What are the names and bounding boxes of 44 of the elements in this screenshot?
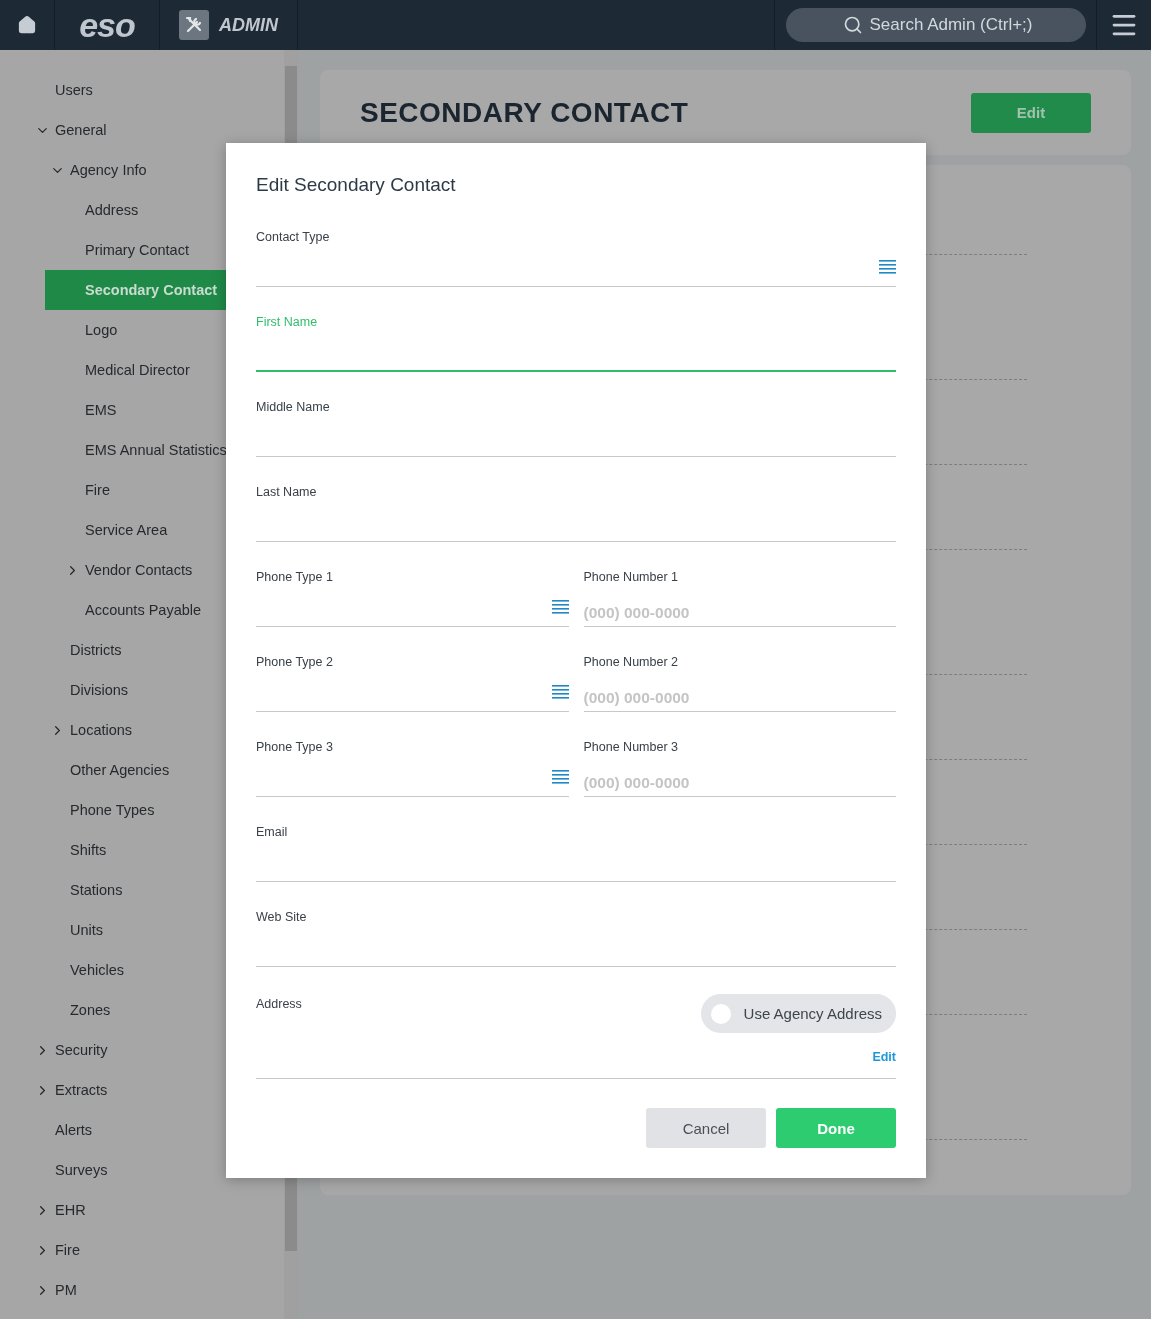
- sidebar-item[interactable]: Service Area: [45, 510, 284, 550]
- field-label: First Name: [256, 314, 319, 330]
- list-icon[interactable]: [879, 260, 896, 274]
- field-label: Phone Number 1: [583, 569, 679, 585]
- list-icon[interactable]: [551, 770, 569, 784]
- page-title: SECONDARY CONTACT: [360, 96, 689, 129]
- logo[interactable]: eso: [79, 8, 135, 42]
- sidebar-item[interactable]: Vehicles: [30, 950, 284, 990]
- field-label: Email: [256, 824, 289, 840]
- search-icon: [842, 15, 863, 35]
- sidebar-item[interactable]: General: [15, 110, 284, 150]
- edit-link[interactable]: Edit: [872, 1050, 896, 1064]
- app-name: ADMIN: [219, 14, 278, 36]
- field-label: Phone Number 2: [583, 654, 679, 670]
- field-label: Address: [256, 997, 302, 1011]
- cancel-button[interactable]: Cancel: [646, 1108, 766, 1148]
- sidebar-item[interactable]: Users: [15, 70, 284, 110]
- input-field[interactable]: (000) 000-0000: [583, 755, 896, 797]
- sidebar-item[interactable]: PM: [15, 1270, 284, 1310]
- sidebar-item[interactable]: EMS Annual Statistics: [45, 430, 284, 470]
- list-icon[interactable]: [551, 600, 569, 614]
- home-icon[interactable]: [17, 15, 37, 35]
- sidebar-item[interactable]: Accounts Payable: [45, 590, 284, 630]
- sidebar-item[interactable]: Divisions: [30, 670, 284, 710]
- field-label: Middle Name: [256, 399, 331, 415]
- field-label: Phone Type 2: [256, 654, 334, 670]
- sidebar-item[interactable]: EHR: [15, 1190, 284, 1230]
- field-label: Last Name: [256, 484, 318, 500]
- list-icon[interactable]: [551, 685, 569, 699]
- input-field[interactable]: (000) 000-0000: [583, 585, 896, 627]
- field-label: Phone Number 3: [583, 739, 679, 755]
- input-field[interactable]: (000) 000-0000: [583, 670, 896, 712]
- sidebar-item[interactable]: Medical Director: [45, 350, 284, 390]
- sidebar-item[interactable]: Surveys: [15, 1150, 284, 1190]
- toggle-button[interactable]: Use Agency Address: [700, 994, 896, 1033]
- sidebar-item[interactable]: Fire: [15, 1230, 284, 1270]
- sidebar-item[interactable]: Extracts: [15, 1070, 284, 1110]
- search-field[interactable]: Search Admin (Ctrl+;): [785, 8, 1086, 42]
- field-label: Contact Type: [256, 229, 331, 245]
- field-label: Phone Type 1: [256, 569, 334, 585]
- sidebar-item[interactable]: Alerts: [15, 1110, 284, 1150]
- sidebar-item[interactable]: Stations: [30, 870, 284, 910]
- sidebar-item[interactable]: Security: [15, 1030, 284, 1070]
- field-label: Web Site: [256, 909, 308, 925]
